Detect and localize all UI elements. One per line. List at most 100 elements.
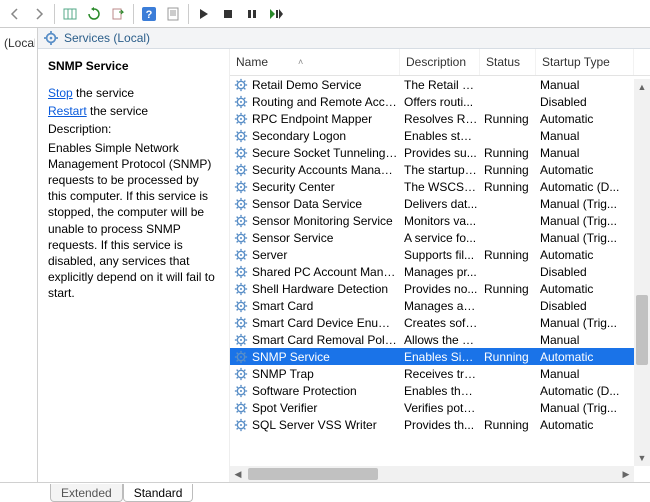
service-gear-icon (234, 197, 248, 211)
service-gear-icon (234, 265, 248, 279)
service-row[interactable]: Smart CardManages ac...Disabled (230, 297, 650, 314)
service-gear-icon (234, 282, 248, 296)
toolbar-restart-button[interactable] (265, 3, 287, 25)
toolbar-refresh-button[interactable] (83, 3, 105, 25)
cell-name: Secure Socket Tunneling Pr... (252, 146, 404, 160)
service-row[interactable]: SNMP ServiceEnables Sim...RunningAutomat… (230, 348, 650, 365)
service-row[interactable]: Smart Card Removal PolicyAllows the s...… (230, 331, 650, 348)
cell-description: Resolves RP... (404, 112, 484, 126)
service-gear-icon (234, 350, 248, 364)
service-gear-icon (234, 333, 248, 347)
service-row[interactable]: Sensor ServiceA service fo...Manual (Tri… (230, 229, 650, 246)
cell-status: Running (484, 180, 540, 194)
toolbar-pause-button[interactable] (241, 3, 263, 25)
service-gear-icon (234, 180, 248, 194)
service-gear-icon (234, 129, 248, 143)
cell-status: Running (484, 146, 540, 160)
cell-name: SQL Server VSS Writer (252, 418, 404, 432)
col-description[interactable]: Description (400, 49, 480, 75)
cell-description: Provides th... (404, 418, 484, 432)
service-row[interactable]: Security Accounts ManagerThe startup ...… (230, 161, 650, 178)
cell-description: Allows the s... (404, 333, 484, 347)
toolbar-separator (188, 4, 189, 24)
nav-item-local[interactable]: (Local) (2, 34, 35, 52)
service-row[interactable]: Shell Hardware DetectionProvides no...Ru… (230, 280, 650, 297)
cell-name: Routing and Remote Access (252, 95, 404, 109)
column-headers: Name˄ Description Status Startup Type (230, 49, 650, 76)
col-status[interactable]: Status (480, 49, 536, 75)
toolbar-forward-button[interactable] (28, 3, 50, 25)
description-heading: Description: (48, 121, 219, 137)
service-row[interactable]: Security CenterThe WSCSV...RunningAutoma… (230, 178, 650, 195)
cell-name: Sensor Data Service (252, 197, 404, 211)
cell-name: RPC Endpoint Mapper (252, 112, 404, 126)
cell-description: Provides su... (404, 146, 484, 160)
service-row[interactable]: Secondary LogonEnables star...Manual (230, 127, 650, 144)
cell-name: Sensor Monitoring Service (252, 214, 404, 228)
service-row[interactable]: Sensor Data ServiceDelivers dat...Manual… (230, 195, 650, 212)
tab-standard[interactable]: Standard (123, 484, 194, 502)
vertical-scrollbar[interactable]: ▲ ▼ (634, 79, 650, 466)
horizontal-scrollbar[interactable]: ◀ ▶ (230, 466, 634, 482)
service-row[interactable]: Secure Socket Tunneling Pr...Provides su… (230, 144, 650, 161)
toolbar-start-button[interactable] (193, 3, 215, 25)
cell-description: Enables the ... (404, 384, 484, 398)
service-gear-icon (234, 78, 248, 92)
cell-description: Supports fil... (404, 248, 484, 262)
cell-name: Smart Card Removal Policy (252, 333, 404, 347)
cell-name: Smart Card (252, 299, 404, 313)
cell-name: SNMP Service (252, 350, 404, 364)
cell-name: Security Accounts Manager (252, 163, 404, 177)
cell-status: Running (484, 163, 540, 177)
col-name[interactable]: Name˄ (230, 49, 400, 75)
service-gear-icon (234, 214, 248, 228)
service-row[interactable]: Routing and Remote AccessOffers routi...… (230, 93, 650, 110)
service-row[interactable]: Software ProtectionEnables the ...Automa… (230, 382, 650, 399)
restart-link[interactable]: Restart (48, 104, 87, 118)
rows-container[interactable]: Retail Demo ServiceThe Retail D...Manual… (230, 76, 650, 482)
scroll-down-icon[interactable]: ▼ (634, 450, 650, 466)
cell-description: Enables star... (404, 129, 484, 143)
cell-name: Spot Verifier (252, 401, 404, 415)
cell-description: The WSCSV... (404, 180, 484, 194)
toolbar-stop-button[interactable] (217, 3, 239, 25)
service-row[interactable]: Smart Card Device Enumera...Creates soft… (230, 314, 650, 331)
toolbar-back-button[interactable] (4, 3, 26, 25)
cell-name: Sensor Service (252, 231, 404, 245)
service-row[interactable]: Retail Demo ServiceThe Retail D...Manual (230, 76, 650, 93)
toolbar-properties-button[interactable] (162, 3, 184, 25)
service-row[interactable]: ServerSupports fil...RunningAutomatic (230, 246, 650, 263)
cell-description: Offers routi... (404, 95, 484, 109)
service-row[interactable]: Spot VerifierVerifies pote...Manual (Tri… (230, 399, 650, 416)
col-startup-type[interactable]: Startup Type (536, 49, 634, 75)
toolbar-help-button[interactable]: ? (138, 3, 160, 25)
service-row[interactable]: Shared PC Account ManagerManages pr...Di… (230, 263, 650, 280)
service-gear-icon (234, 367, 248, 381)
service-row[interactable]: Sensor Monitoring ServiceMonitors va...M… (230, 212, 650, 229)
cell-description: Delivers dat... (404, 197, 484, 211)
cell-status: Running (484, 350, 540, 364)
tab-extended[interactable]: Extended (50, 484, 123, 502)
cell-name: Smart Card Device Enumera... (252, 316, 404, 330)
cell-description: Provides no... (404, 282, 484, 296)
cell-description: The startup ... (404, 163, 484, 177)
pane-header: Services (Local) (38, 28, 650, 49)
pane-title: Services (Local) (64, 31, 150, 45)
scroll-right-icon[interactable]: ▶ (618, 466, 634, 482)
scroll-up-icon[interactable]: ▲ (634, 79, 650, 95)
cell-description: Monitors va... (404, 214, 484, 228)
nav-tree[interactable]: (Local) (0, 28, 38, 482)
toolbar-columns-button[interactable] (59, 3, 81, 25)
scroll-left-icon[interactable]: ◀ (230, 466, 246, 482)
toolbar: ? (0, 0, 650, 28)
service-row[interactable]: SNMP TrapReceives tra...Manual (230, 365, 650, 382)
cell-status: Running (484, 112, 540, 126)
service-row[interactable]: SQL Server VSS WriterProvides th...Runni… (230, 416, 650, 433)
service-gear-icon (234, 231, 248, 245)
toolbar-export-button[interactable] (107, 3, 129, 25)
hscroll-thumb[interactable] (248, 468, 378, 480)
scroll-thumb[interactable] (636, 295, 648, 365)
service-row[interactable]: RPC Endpoint MapperResolves RP...Running… (230, 110, 650, 127)
stop-link[interactable]: Stop (48, 86, 73, 100)
view-tabs: Extended Standard (0, 482, 650, 502)
